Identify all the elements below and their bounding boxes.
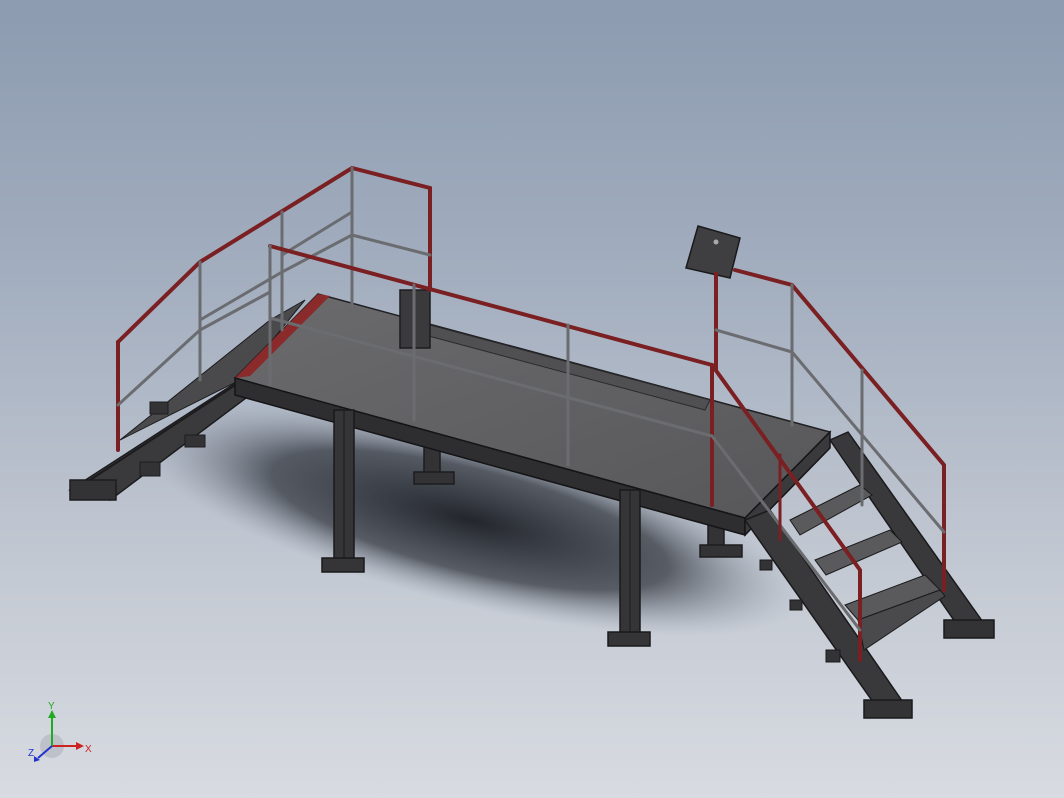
graphics-viewport[interactable]: X Y Z <box>0 0 1064 798</box>
z-axis-label: Z <box>28 748 34 759</box>
y-axis-label: Y <box>48 701 55 712</box>
x-arrowhead-icon <box>76 742 84 750</box>
platform-model[interactable] <box>0 0 1064 798</box>
coordinate-triad: X Y Z <box>28 701 92 762</box>
x-axis-label: X <box>85 744 92 755</box>
sign-plate <box>685 225 741 370</box>
